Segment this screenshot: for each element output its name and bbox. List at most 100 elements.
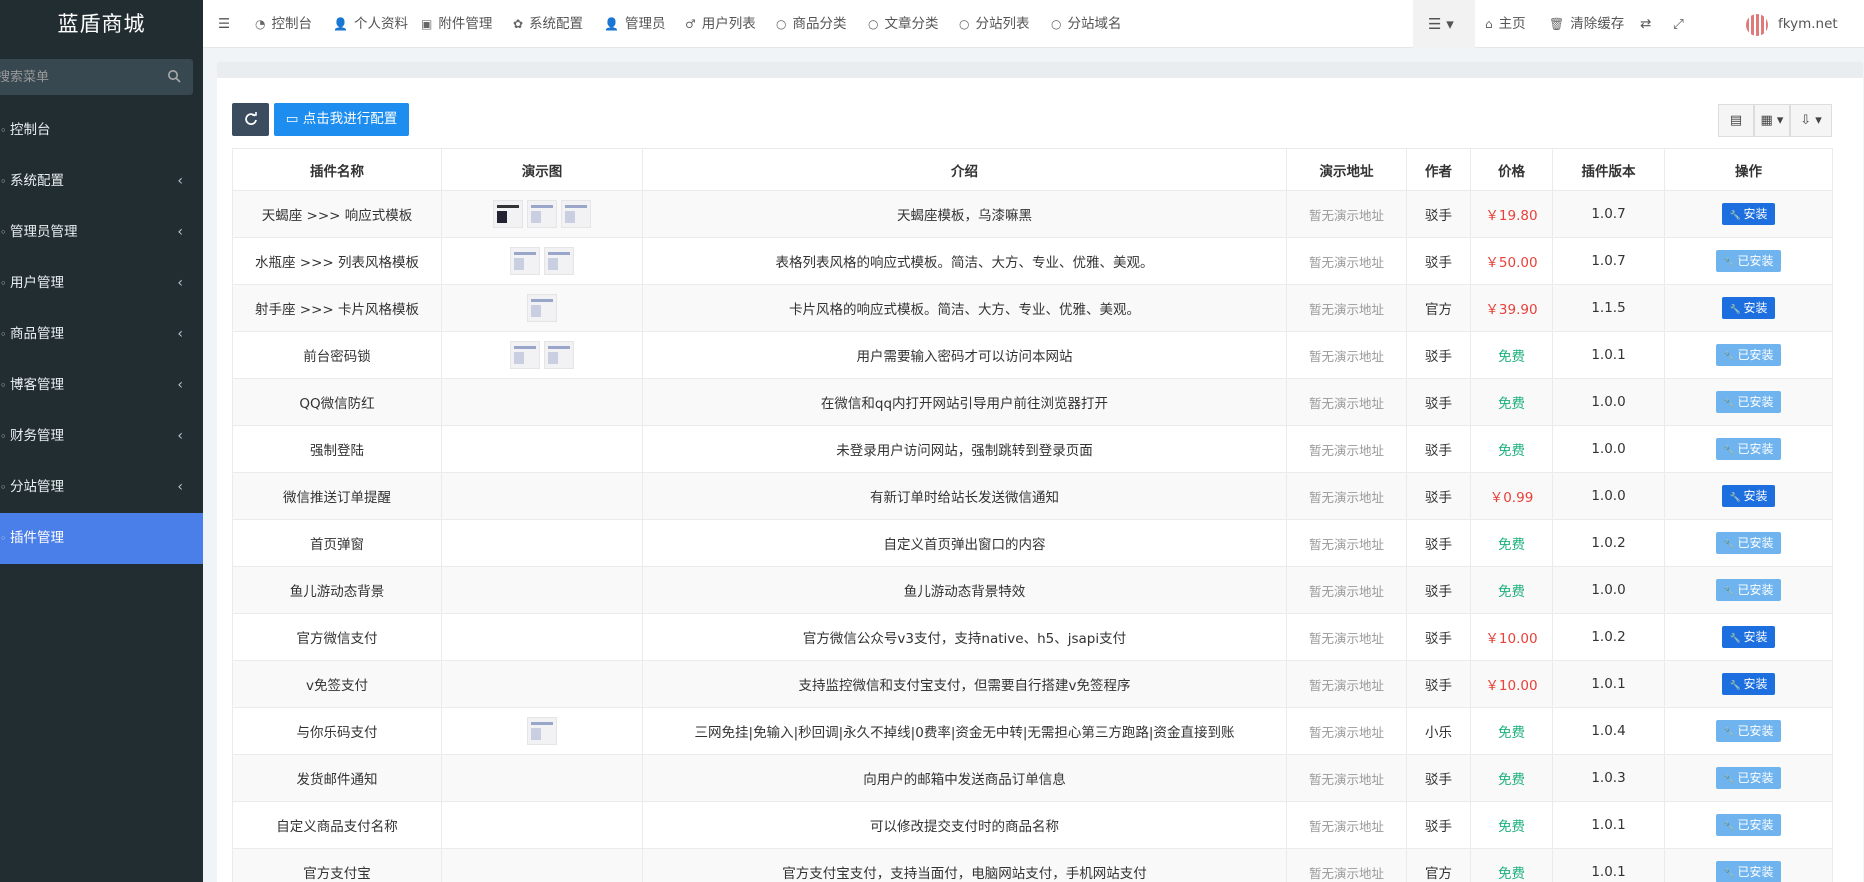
plugin-author: 官方: [1406, 284, 1471, 332]
tab-list-dropdown-icon[interactable]: ☰ ▾: [1428, 0, 1454, 48]
thumbnail-image[interactable]: [544, 341, 574, 369]
demo-url[interactable]: 暂无演示地址: [1286, 237, 1407, 285]
installed-button[interactable]: 🔧 已安装: [1716, 579, 1781, 601]
nav-tab-2[interactable]: ▣ 附件管理: [421, 0, 492, 48]
column-header[interactable]: 插件版本: [1552, 148, 1665, 191]
nav-tab-5[interactable]: ♂ 用户列表: [685, 0, 756, 48]
nav-tab-8[interactable]: ○ 分站列表: [959, 0, 1029, 48]
installed-button[interactable]: 🔧 已安装: [1716, 861, 1781, 882]
plugin-name-text: 首页弹窗: [310, 537, 364, 553]
nav-tab-1[interactable]: 👤 个人资料: [333, 0, 408, 48]
home-link[interactable]: ⌂ 主页: [1485, 0, 1526, 48]
demo-url[interactable]: 暂无演示地址: [1286, 472, 1407, 520]
thumbnail-image[interactable]: [493, 200, 523, 228]
menu-search-input[interactable]: [0, 59, 193, 95]
column-header[interactable]: 作者: [1406, 148, 1471, 191]
demo-url[interactable]: 暂无演示地址: [1286, 284, 1407, 332]
demo-image: [441, 237, 643, 285]
column-header[interactable]: 介绍: [642, 148, 1287, 191]
installed-button[interactable]: 🔧 已安装: [1716, 532, 1781, 554]
menu-bullet-icon: ◦: [0, 532, 7, 545]
site-name-link[interactable]: fkym.net: [1778, 0, 1838, 48]
table-row: 官方支付宝 官方支付宝支付，支持当面付，电脑网站支付，手机网站支付 暂无演示地址 官方…: [232, 848, 1833, 882]
action-label: 安装: [1743, 677, 1768, 691]
plugin-price: 免费: [1470, 425, 1553, 473]
sidebar-item-6[interactable]: ◦ 财务管理 ‹: [0, 411, 203, 462]
translate-icon[interactable]: ⇄: [1640, 0, 1651, 48]
column-header[interactable]: 演示地址: [1286, 148, 1407, 191]
install-button[interactable]: 🔧 安装: [1722, 203, 1775, 225]
search-icon[interactable]: [167, 69, 181, 83]
thumbnail-image[interactable]: [561, 200, 591, 228]
installed-button[interactable]: 🔧 已安装: [1716, 720, 1781, 742]
plugin-name-text: 射手座 >>> 卡片风格模板: [254, 302, 420, 318]
sidebar-item-0[interactable]: ◦ 控制台: [0, 105, 203, 156]
sidebar-item-3[interactable]: ◦ 用户管理 ‹: [0, 258, 203, 309]
install-button[interactable]: 🔧 安装: [1722, 626, 1775, 648]
install-button[interactable]: 🔧 安装: [1722, 673, 1775, 695]
plugin-version-text: 1.0.3: [1591, 770, 1626, 786]
avatar[interactable]: [1746, 14, 1768, 36]
menu-toggle-icon[interactable]: ☰: [218, 0, 230, 48]
column-header[interactable]: 价格: [1470, 148, 1553, 191]
nav-tab-0[interactable]: ◔ 控制台: [255, 0, 312, 48]
thumbnail-image[interactable]: [510, 247, 540, 275]
thumbnail-image[interactable]: [544, 247, 574, 275]
config-button[interactable]: ▭ 点击我进行配置: [274, 103, 409, 136]
thumbnail-image[interactable]: [510, 341, 540, 369]
thumbnail-image[interactable]: [527, 717, 557, 745]
demo-url[interactable]: 暂无演示地址: [1286, 519, 1407, 567]
refresh-button[interactable]: [232, 103, 269, 136]
plugin-intro-text: 表格列表风格的响应式模板。简洁、大方、专业、优雅、美观。: [775, 255, 1154, 271]
plugin-author: 驳手: [1406, 613, 1471, 661]
export-button[interactable]: ⇩ ▾: [1790, 104, 1832, 137]
plugin-author-text: 驳手: [1425, 819, 1452, 835]
nav-tab-9[interactable]: ○ 分站域名: [1051, 0, 1121, 48]
columns-button[interactable]: ▦ ▾: [1754, 104, 1790, 137]
sidebar-item-4[interactable]: ◦ 商品管理 ‹: [0, 309, 203, 360]
sidebar-item-5[interactable]: ◦ 博客管理 ‹: [0, 360, 203, 411]
plugin-actions: 🔧 安装: [1664, 284, 1833, 332]
sidebar-item-2[interactable]: ◦ 管理员管理 ‹: [0, 207, 203, 258]
sidebar-item-7[interactable]: ◦ 分站管理 ‹: [0, 462, 203, 513]
demo-url[interactable]: 暂无演示地址: [1286, 660, 1407, 708]
demo-url[interactable]: 暂无演示地址: [1286, 566, 1407, 614]
demo-url[interactable]: 暂无演示地址: [1286, 425, 1407, 473]
column-header[interactable]: 插件名称: [232, 148, 442, 191]
demo-url[interactable]: 暂无演示地址: [1286, 331, 1407, 379]
nav-tab-7[interactable]: ○ 文章分类: [868, 0, 938, 48]
toggle-view-button[interactable]: ▤: [1718, 104, 1754, 137]
plugin-name-text: 发货邮件通知: [296, 772, 378, 788]
installed-button[interactable]: 🔧 已安装: [1716, 438, 1781, 460]
demo-url[interactable]: 暂无演示地址: [1286, 707, 1407, 755]
demo-url[interactable]: 暂无演示地址: [1286, 190, 1407, 238]
demo-url[interactable]: 暂无演示地址: [1286, 801, 1407, 849]
installed-button[interactable]: 🔧 已安装: [1716, 344, 1781, 366]
nav-tab-6[interactable]: ○ 商品分类: [776, 0, 846, 48]
installed-button[interactable]: 🔧 已安装: [1716, 814, 1781, 836]
nav-tab-3[interactable]: ✿ 系统配置: [513, 0, 583, 48]
installed-button[interactable]: 🔧 已安装: [1716, 391, 1781, 413]
column-header[interactable]: 操作: [1664, 148, 1833, 191]
demo-url[interactable]: 暂无演示地址: [1286, 378, 1407, 426]
plugin-table: 插件名称 演示图 介绍 演示地址 作者 价格 插件版本 操作 天蝎座 >>> 响应式模板 天蝎座…: [232, 148, 1833, 882]
thumbnail-image[interactable]: [527, 294, 557, 322]
demo-url[interactable]: 暂无演示地址: [1286, 754, 1407, 802]
table-row: QQ微信防红 在微信和qq内打开网站引导用户前往浏览器打开 暂无演示地址 驳手 免费 1.…: [232, 378, 1833, 426]
install-button[interactable]: 🔧 安装: [1722, 485, 1775, 507]
clear-cache-link[interactable]: 🗑 清除缓存: [1549, 0, 1624, 48]
nav-tab-4[interactable]: 👤 管理员: [604, 0, 665, 48]
install-button[interactable]: 🔧 安装: [1722, 297, 1775, 319]
column-header[interactable]: 演示图: [441, 148, 643, 191]
demo-url[interactable]: 暂无演示地址: [1286, 848, 1407, 882]
sidebar-item-1[interactable]: ◦ 系统配置 ‹: [0, 156, 203, 207]
installed-button[interactable]: 🔧 已安装: [1716, 767, 1781, 789]
thumbnail-image[interactable]: [527, 200, 557, 228]
demo-url[interactable]: 暂无演示地址: [1286, 613, 1407, 661]
plugin-price: ￥0.99: [1470, 472, 1553, 520]
plugin-version: 1.0.0: [1552, 378, 1665, 426]
installed-button[interactable]: 🔧 已安装: [1716, 250, 1781, 272]
sidebar-item-8[interactable]: ◦ 插件管理: [0, 513, 203, 564]
table-tools: ▤ ▦ ▾ ⇩ ▾: [1718, 104, 1832, 137]
fullscreen-icon[interactable]: ⤢: [1673, 0, 1684, 48]
